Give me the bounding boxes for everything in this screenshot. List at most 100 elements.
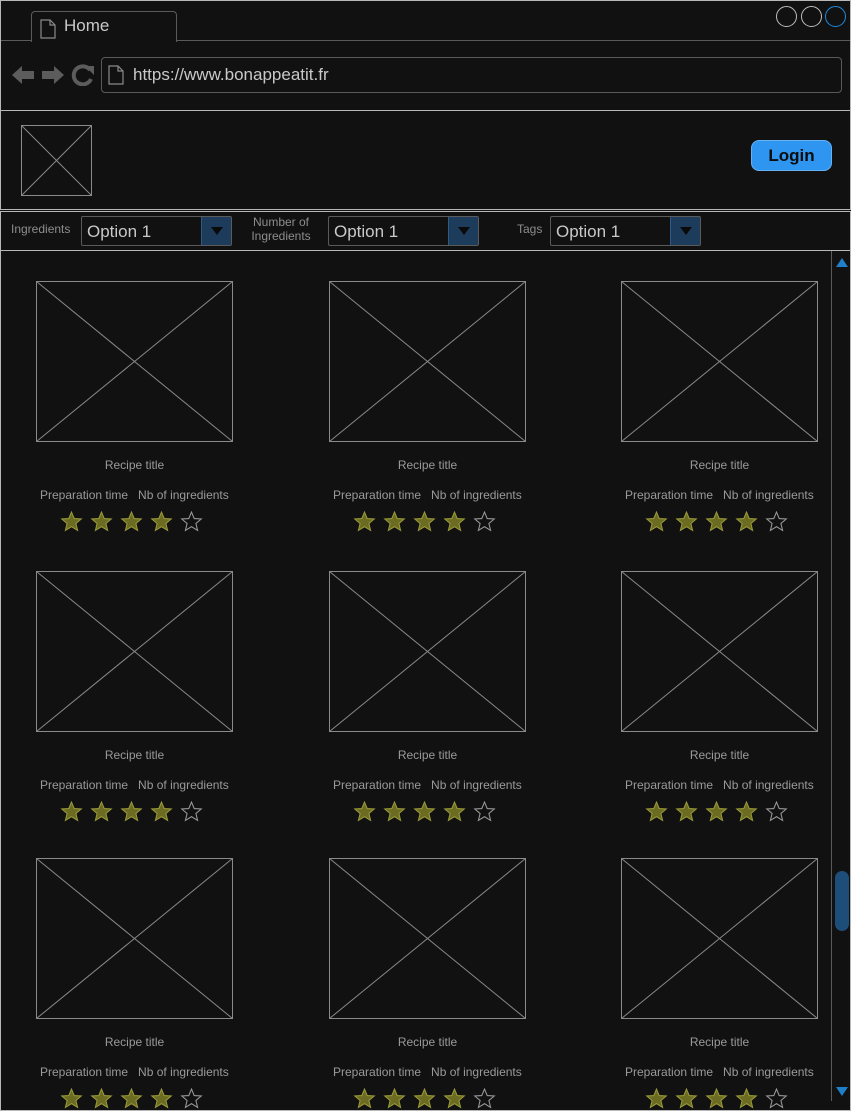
star-filled-icon[interactable] (645, 1088, 668, 1109)
star-filled-icon[interactable] (90, 1088, 113, 1109)
login-button[interactable]: Login (751, 140, 832, 171)
reload-icon[interactable] (71, 64, 95, 86)
star-rating[interactable] (645, 1088, 795, 1109)
image-placeholder-icon[interactable] (329, 858, 526, 1019)
image-placeholder-icon[interactable] (36, 858, 233, 1019)
star-empty-icon[interactable] (180, 801, 203, 822)
star-filled-icon[interactable] (383, 801, 406, 822)
star-filled-icon[interactable] (353, 511, 376, 532)
star-filled-icon[interactable] (443, 801, 466, 822)
image-placeholder-icon[interactable] (621, 281, 818, 442)
star-rating[interactable] (353, 511, 503, 532)
recipe-title[interactable]: Recipe title (329, 1035, 526, 1049)
star-rating[interactable] (353, 801, 503, 822)
chevron-down-icon[interactable] (448, 217, 478, 245)
scroll-thumb[interactable] (835, 871, 849, 931)
star-filled-icon[interactable] (675, 511, 698, 532)
star-empty-icon[interactable] (765, 1088, 788, 1109)
star-filled-icon[interactable] (150, 1088, 173, 1109)
scroll-down-icon[interactable] (835, 1085, 849, 1099)
star-filled-icon[interactable] (120, 1088, 143, 1109)
star-rating[interactable] (645, 801, 795, 822)
star-empty-icon[interactable] (473, 801, 496, 822)
star-filled-icon[interactable] (60, 801, 83, 822)
star-filled-icon[interactable] (705, 511, 728, 532)
star-filled-icon[interactable] (120, 801, 143, 822)
arrow-right-icon[interactable] (41, 64, 65, 86)
star-filled-icon[interactable] (705, 801, 728, 822)
chevron-down-icon[interactable] (201, 217, 231, 245)
star-filled-icon[interactable] (150, 801, 173, 822)
ingredients-select[interactable]: Option 1 (81, 216, 232, 246)
url-bar[interactable]: https://www.bonappeatit.fr (101, 57, 842, 93)
recipe-meta: Preparation time Nb of ingredients (40, 488, 260, 502)
star-filled-icon[interactable] (735, 1088, 758, 1109)
star-filled-icon[interactable] (675, 1088, 698, 1109)
image-placeholder-icon[interactable] (329, 281, 526, 442)
star-rating[interactable] (60, 801, 210, 822)
nb-of-ingredients: Nb of ingredients (138, 778, 229, 792)
star-filled-icon[interactable] (735, 511, 758, 532)
recipe-title[interactable]: Recipe title (36, 1035, 233, 1049)
star-filled-icon[interactable] (645, 801, 668, 822)
star-filled-icon[interactable] (383, 1088, 406, 1109)
star-filled-icon[interactable] (90, 801, 113, 822)
tab-home[interactable]: Home (31, 11, 177, 42)
star-rating[interactable] (353, 1088, 503, 1109)
image-placeholder-icon[interactable] (621, 858, 818, 1019)
star-filled-icon[interactable] (60, 1088, 83, 1109)
recipe-meta: Preparation time Nb of ingredients (625, 778, 845, 792)
maximize-button[interactable] (801, 6, 822, 27)
recipe-meta: Preparation time Nb of ingredients (625, 488, 845, 502)
star-empty-icon[interactable] (765, 801, 788, 822)
star-filled-icon[interactable] (60, 511, 83, 532)
scroll-up-icon[interactable] (835, 255, 849, 269)
number-of-ingredients-select[interactable]: Option 1 (328, 216, 479, 246)
recipe-title[interactable]: Recipe title (621, 748, 818, 762)
star-filled-icon[interactable] (645, 511, 668, 532)
recipe-meta: Preparation time Nb of ingredients (40, 1065, 260, 1079)
number-of-ingredients-select-value: Option 1 (334, 222, 399, 241)
star-rating[interactable] (60, 1088, 210, 1109)
star-filled-icon[interactable] (413, 511, 436, 532)
star-empty-icon[interactable] (473, 511, 496, 532)
close-window-button[interactable] (825, 6, 846, 27)
image-placeholder-icon[interactable] (36, 281, 233, 442)
star-empty-icon[interactable] (180, 511, 203, 532)
recipe-title[interactable]: Recipe title (329, 458, 526, 472)
star-filled-icon[interactable] (443, 511, 466, 532)
recipe-title[interactable]: Recipe title (36, 748, 233, 762)
star-filled-icon[interactable] (120, 511, 143, 532)
star-filled-icon[interactable] (383, 511, 406, 532)
recipe-title[interactable]: Recipe title (621, 458, 818, 472)
chevron-down-icon[interactable] (670, 217, 700, 245)
vertical-scrollbar[interactable] (831, 251, 850, 1101)
arrow-left-icon[interactable] (11, 64, 35, 86)
star-empty-icon[interactable] (765, 511, 788, 532)
recipe-title[interactable]: Recipe title (36, 458, 233, 472)
star-empty-icon[interactable] (473, 1088, 496, 1109)
star-filled-icon[interactable] (735, 801, 758, 822)
star-filled-icon[interactable] (150, 511, 173, 532)
recipe-title[interactable]: Recipe title (329, 748, 526, 762)
star-filled-icon[interactable] (413, 801, 436, 822)
star-filled-icon[interactable] (443, 1088, 466, 1109)
image-placeholder-icon[interactable] (36, 571, 233, 732)
star-filled-icon[interactable] (705, 1088, 728, 1109)
star-empty-icon[interactable] (180, 1088, 203, 1109)
star-rating[interactable] (60, 511, 210, 532)
star-rating[interactable] (645, 511, 795, 532)
tags-select[interactable]: Option 1 (550, 216, 701, 246)
preparation-time: Preparation time (40, 778, 129, 792)
image-placeholder-icon[interactable] (329, 571, 526, 732)
recipe-title[interactable]: Recipe title (621, 1035, 818, 1049)
recipe-meta: Preparation time Nb of ingredients (333, 778, 553, 792)
star-filled-icon[interactable] (90, 511, 113, 532)
minimize-button[interactable] (776, 6, 797, 27)
image-placeholder-icon[interactable] (621, 571, 818, 732)
star-filled-icon[interactable] (353, 1088, 376, 1109)
star-filled-icon[interactable] (413, 1088, 436, 1109)
star-filled-icon[interactable] (675, 801, 698, 822)
star-filled-icon[interactable] (353, 801, 376, 822)
image-placeholder-icon (21, 125, 92, 196)
